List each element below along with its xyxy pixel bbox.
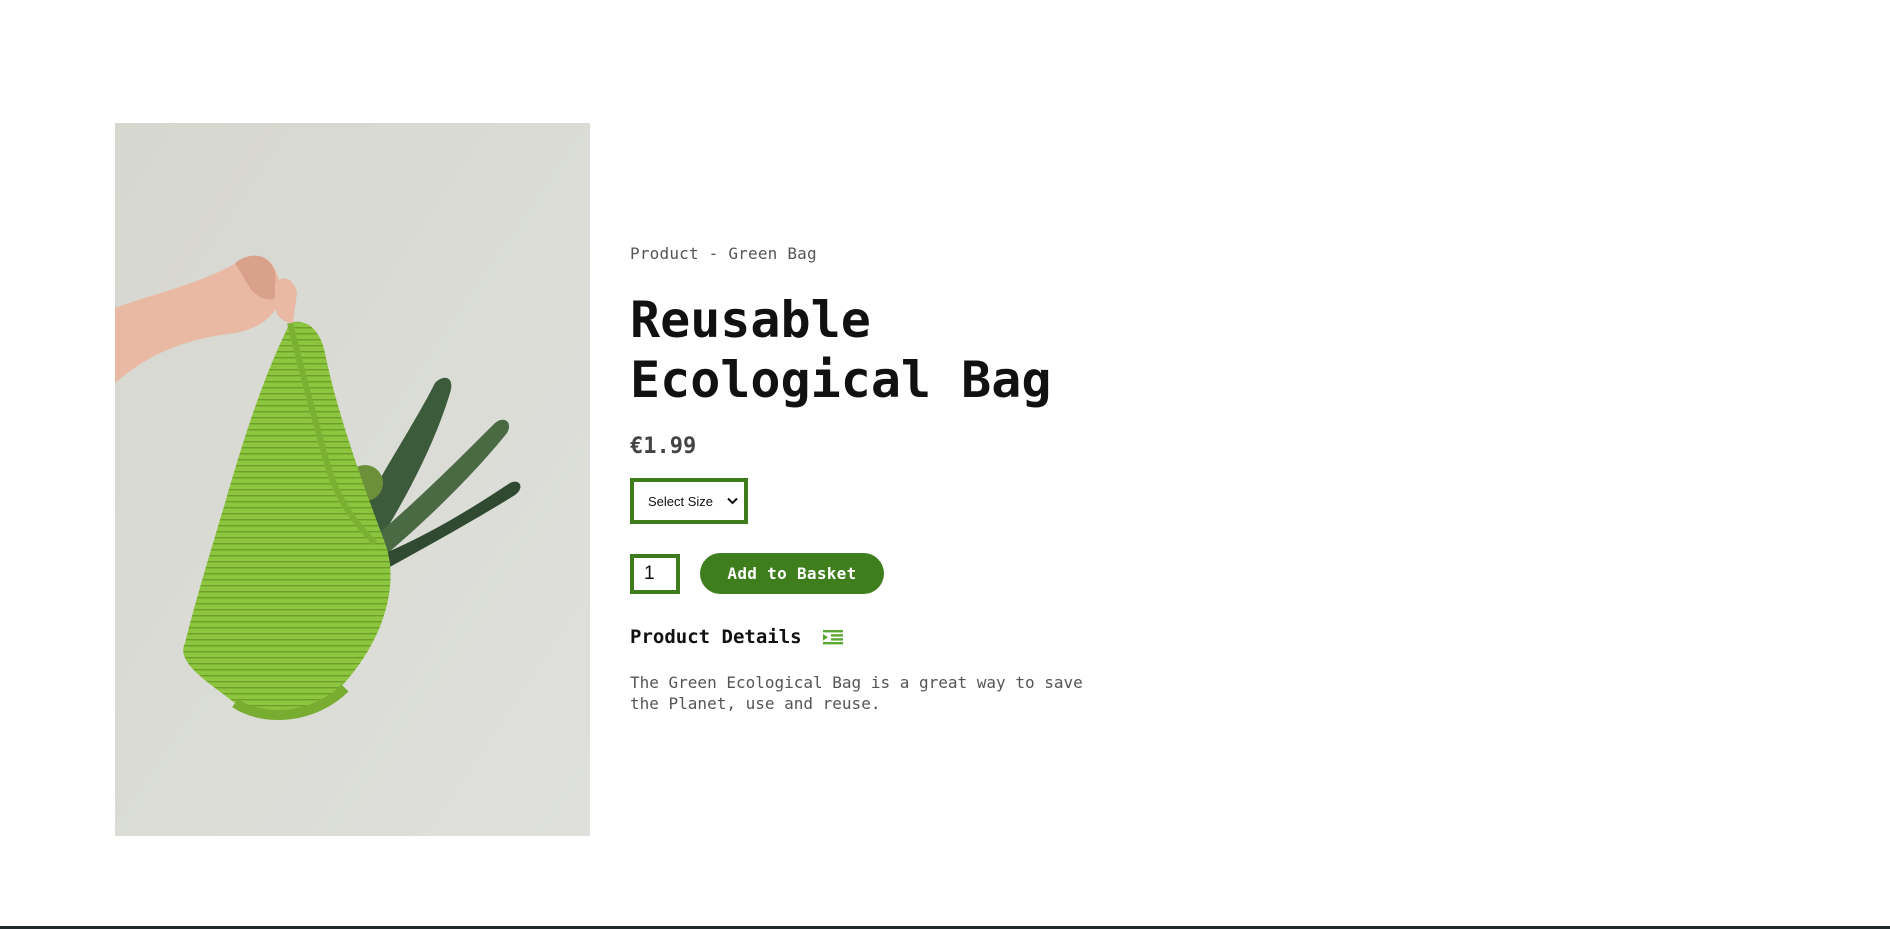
description-line1: The Green Ecological Bag is a great way … bbox=[630, 673, 1083, 692]
product-details-title: Product Details bbox=[630, 626, 802, 648]
chevron-down-icon bbox=[726, 495, 738, 507]
product-page: Product - Green Bag Reusable Ecological … bbox=[0, 0, 1890, 929]
size-select-value: Select Size bbox=[648, 493, 714, 509]
product-description: The Green Ecological Bag is a great way … bbox=[630, 672, 1100, 714]
product-price: €1.99 bbox=[630, 434, 697, 459]
product-title: Reusable Ecological Bag bbox=[630, 290, 1130, 410]
product-title-line2: Ecological Bag bbox=[630, 351, 1052, 409]
product-details-header: Product Details bbox=[630, 624, 1130, 650]
product-image bbox=[115, 123, 590, 836]
breadcrumb: Product - Green Bag bbox=[630, 244, 817, 263]
description-line2: the Planet, use and reuse. bbox=[630, 694, 881, 713]
add-to-basket-button[interactable]: Add to Basket bbox=[700, 553, 884, 594]
basket-row: Add to Basket bbox=[630, 553, 1130, 594]
quantity-input[interactable] bbox=[630, 553, 680, 594]
product-title-line1: Reusable bbox=[630, 291, 871, 349]
size-select[interactable]: Select Size bbox=[630, 478, 748, 524]
list-indent-icon[interactable] bbox=[822, 628, 844, 646]
product-info: Product - Green Bag Reusable Ecological … bbox=[630, 240, 1130, 714]
